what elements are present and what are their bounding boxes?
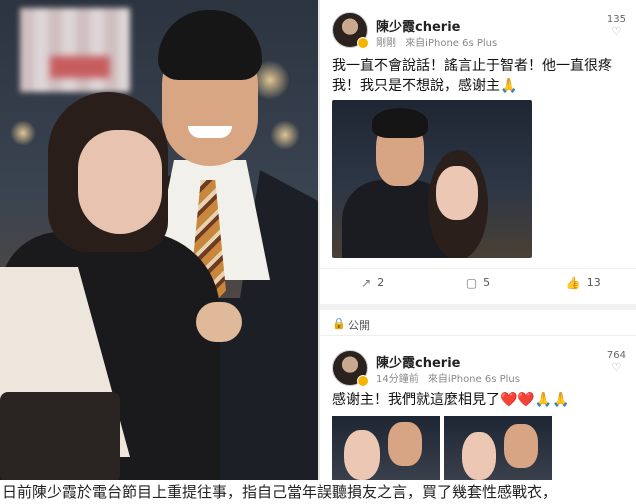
share-button[interactable]: ↗ 2	[320, 269, 425, 296]
post-source: 來自iPhone 6s Plus	[405, 38, 498, 49]
post-image[interactable]	[332, 100, 532, 258]
like-count-corner[interactable]: 135 ♡	[607, 14, 626, 38]
vip-badge-icon	[357, 375, 369, 387]
visibility-label: 公開	[348, 319, 370, 332]
heart-icon: ♡	[611, 361, 622, 374]
username[interactable]: 陳少霞cherie	[376, 352, 460, 371]
post-thumbnail[interactable]	[444, 416, 552, 480]
heart-icon: ♡	[611, 25, 622, 38]
photo-couple	[0, 0, 318, 480]
count-value: 764	[606, 350, 626, 361]
post-2: 陳少霞cherie 14分鐘前 來自iPhone 6s Plus 764 ♡ 感…	[320, 336, 636, 480]
post-actions: ↗ 2 ▢ 5 👍 13	[320, 268, 636, 296]
post-meta: 剛剛 來自iPhone 6s Plus	[376, 34, 503, 49]
post-time: 剛剛	[376, 38, 396, 49]
post-time: 14分鐘前	[376, 374, 419, 385]
post-source: 來自iPhone 6s Plus	[427, 374, 520, 385]
caption-text: 日前陳少霞於電台節目上重提往事，指自己當年誤聽損友之言，買了幾套性感戰衣，	[0, 480, 636, 504]
post-text: 我一直不會說話！謠言止于智者！他一直很疼我！我只是不想說，感谢主🙏	[332, 58, 612, 94]
visibility-bar[interactable]: 🔒 公開	[320, 304, 636, 336]
lock-icon: 🔒	[332, 317, 346, 330]
like-count-corner[interactable]: 764 ♡	[607, 350, 626, 374]
blurred-watermark	[20, 8, 130, 92]
vip-badge-icon	[357, 37, 369, 49]
post-thumbnail[interactable]	[332, 416, 440, 480]
user-avatar[interactable]	[332, 350, 369, 387]
comment-icon: ▢	[465, 275, 478, 290]
post-text: 感谢主！我們就這麼相見了❤️❤️🙏🙏	[332, 392, 570, 408]
username[interactable]: 陳少霞cherie	[376, 16, 460, 35]
comment-button[interactable]: ▢ 5	[425, 269, 530, 296]
user-avatar[interactable]	[332, 12, 369, 49]
thumb-up-icon: 👍	[565, 275, 581, 290]
count-value: 135	[606, 14, 626, 25]
share-icon: ↗	[361, 275, 372, 290]
woman-figure	[0, 92, 242, 480]
weibo-feed: 陳少霞cherie 剛剛 來自iPhone 6s Plus 135 ♡ 我一直不…	[320, 0, 636, 480]
post-meta: 14分鐘前 來自iPhone 6s Plus	[376, 370, 526, 385]
like-button[interactable]: 👍 13	[531, 269, 636, 296]
post-1: 陳少霞cherie 剛剛 來自iPhone 6s Plus 135 ♡ 我一直不…	[320, 0, 636, 300]
